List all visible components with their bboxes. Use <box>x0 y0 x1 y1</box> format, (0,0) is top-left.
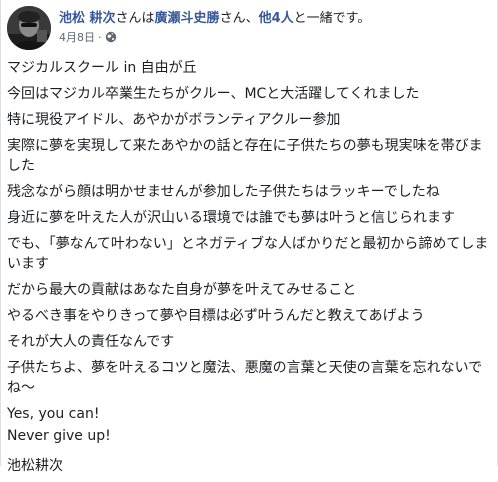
with-text-3: と一緒です。 <box>293 11 371 26</box>
with-text-2: さん、 <box>219 11 259 26</box>
post-date-link[interactable]: 4月8日 <box>59 31 95 44</box>
body-line: でも、「夢なんて叶わない」とネガティブな人ばかりだと最初から諦めてしまいます <box>7 236 489 272</box>
avatar-image <box>7 6 51 50</box>
body-line: 実際に夢を実現して来たあやかの話と存在に子供たちの夢も現実味を帯びました <box>7 138 483 174</box>
avatar[interactable] <box>7 6 51 50</box>
body-line: 子供たちよ、夢を叶えるコツと魔法、悪魔の言葉と天使の言葉を忘れないでね〜 <box>7 360 483 396</box>
tagged-others-link[interactable]: 他4人 <box>259 11 294 26</box>
body-line: Never give up! <box>7 428 111 444</box>
body-line: それが大人の責任なんです <box>7 334 175 350</box>
body-line: だから最大の貢献はあなた自身が夢を叶えてみせること <box>7 282 357 298</box>
post-body: マジカルスクール in 自由が丘 今回はマジカル卒業生たちがクルー、MCと大活躍… <box>7 58 495 482</box>
with-text: さんは <box>115 11 155 26</box>
post-meta: 4月8日 · <box>59 31 117 47</box>
body-line: やるべき事をやりきって夢や目標は必ず叶うんだと教えてあげよう <box>7 308 425 324</box>
facebook-post: 池松 耕次さんは廣瀬斗史勝さん、他4人と一緒です。 4月8日 · マジカルスクール… <box>0 0 498 474</box>
body-line: 身近に夢を叶えた人が沢山いる環境では誰でも夢は叶うと信じられます <box>7 210 455 226</box>
body-line: 残念ながら顔は明かせませんが参加した子供たちはラッキーでしたね <box>7 184 440 200</box>
author-name-link[interactable]: 池松 耕次 <box>59 11 116 26</box>
body-line: マジカルスクール in 自由が丘 <box>7 60 197 76</box>
post-header: 池松 耕次さんは廣瀬斗史勝さん、他4人と一緒です。 4月8日 · <box>7 6 493 50</box>
body-line: Yes, you can! <box>7 406 100 422</box>
body-line: 今回はマジカル卒業生たちがクルー、MCと大活躍してくれました <box>7 86 420 102</box>
body-signature: 池松耕次 <box>7 458 63 474</box>
tagged-person-link[interactable]: 廣瀬斗史勝 <box>155 11 220 26</box>
globe-icon[interactable] <box>105 31 117 47</box>
body-line: 特に現役アイドル、あやかがボランティアクルー参加 <box>7 112 341 128</box>
post-title-line: 池松 耕次さんは廣瀬斗史勝さん、他4人と一緒です。 <box>59 11 370 27</box>
meta-separator: · <box>98 31 102 44</box>
